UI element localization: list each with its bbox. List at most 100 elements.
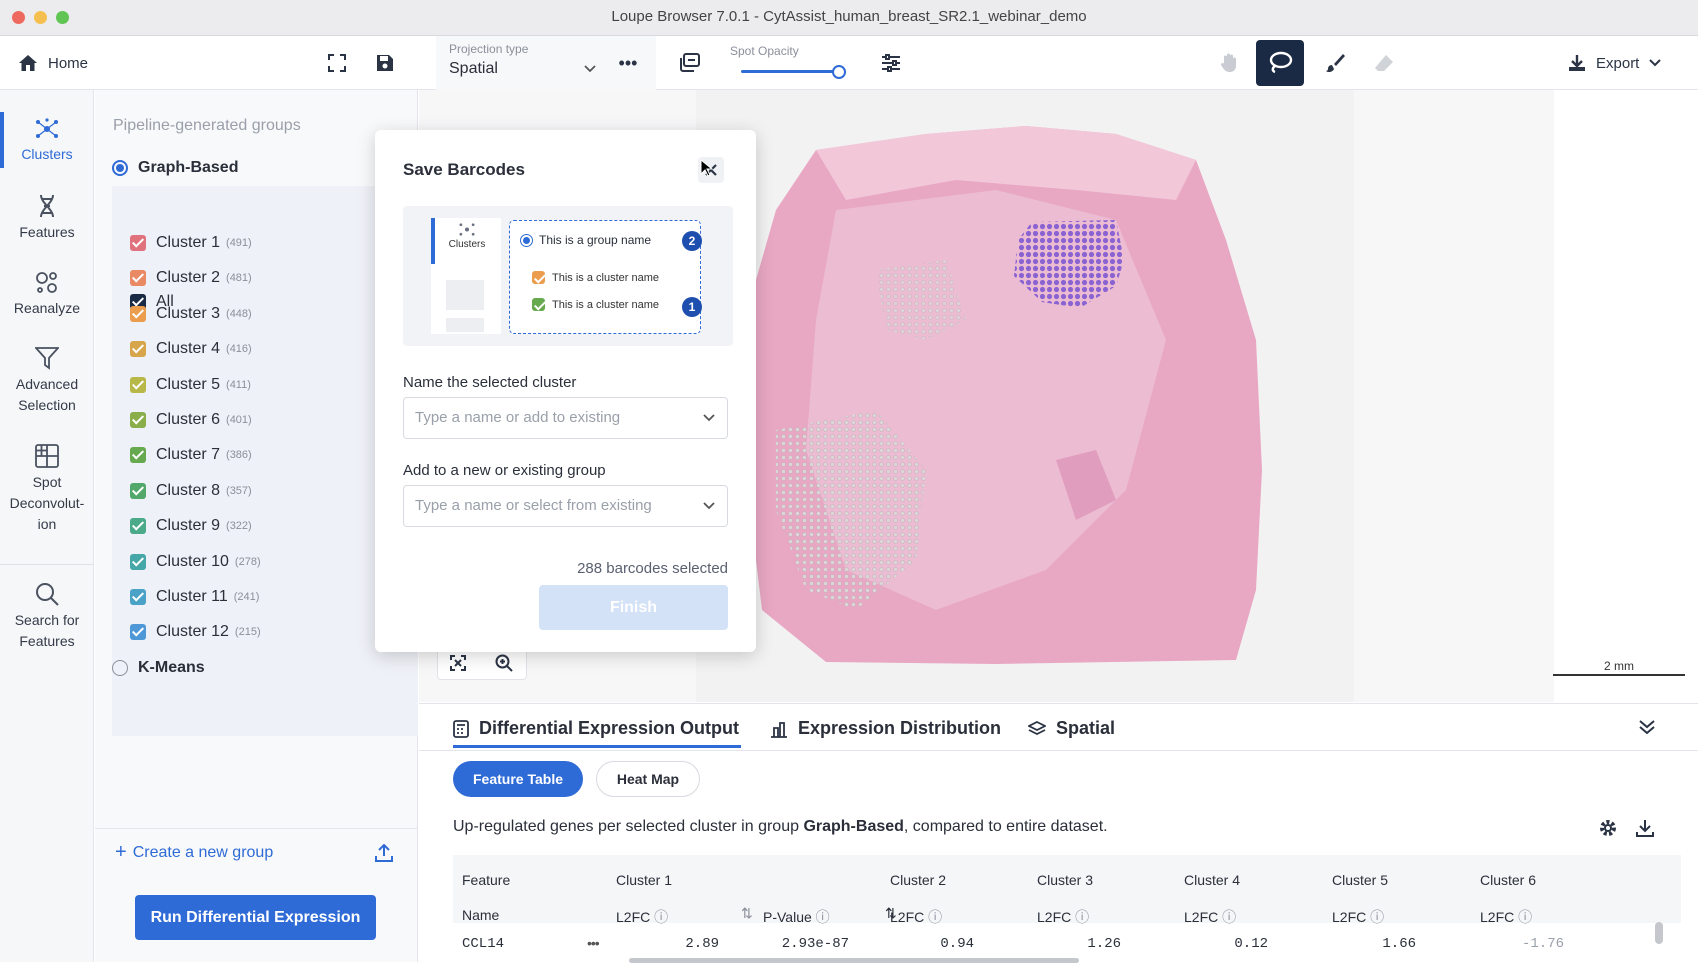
nav-reanalyze-label: Reanalyze [13,300,81,316]
cluster-checkbox[interactable] [130,235,146,251]
tab-expression-distribution[interactable]: Expression Distribution [770,718,1001,739]
cluster-checkbox[interactable] [130,624,146,641]
eraser-tool-button[interactable] [1371,50,1397,76]
l2fc-subheader[interactable]: L2FC ⓘ [1184,907,1236,927]
tab-differential-expression[interactable]: Differential Expression Output [453,718,739,739]
close-window-button[interactable] [12,11,25,24]
table-scrollbar[interactable] [1655,922,1663,944]
finish-button[interactable]: Finish [539,585,728,630]
l2fc-subheader[interactable]: L2FC ⓘ [1480,907,1532,927]
nav-spot-deconvolution[interactable]: Spot Deconvolut- ion [0,444,94,535]
row-more-icon[interactable]: ••• [587,935,600,951]
l2fc-subheader[interactable]: L2FC ⓘ [1037,907,1089,927]
nav-features[interactable]: Features [0,194,94,243]
fullscreen-button[interactable] [324,50,350,76]
illus-cluster-label-2: This is a cluster name [552,298,659,311]
pvalue-subheader[interactable]: P-Value ⓘ [763,907,830,927]
spot-opacity-slider[interactable] [741,70,841,73]
cluster-name: Cluster 9 [156,517,221,535]
spot-opacity-handle[interactable] [832,65,846,79]
panel-divider [95,828,418,829]
home-button[interactable]: Home [18,50,88,76]
info-icon[interactable]: ⓘ [1514,909,1532,925]
run-differential-expression-button[interactable]: Run Differential Expression [135,895,376,940]
table-description: Up-regulated genes per selected cluster … [453,818,1108,836]
zoom-in-button[interactable] [494,653,514,673]
table-horizontal-scrollbar[interactable] [629,958,1079,963]
fit-view-button[interactable] [448,653,468,673]
l2fc-subheader[interactable]: L2FC ⓘ [890,907,942,927]
create-group-link[interactable]: + Create a new group [115,841,273,864]
sort-icon[interactable]: ⇅ [741,905,753,922]
cluster-checkbox[interactable] [130,447,146,464]
projection-more-button[interactable]: ••• [617,53,639,73]
tab-de-label: Differential Expression Output [479,718,740,738]
l2fc-subheader[interactable]: L2FC ⓘ [616,907,668,927]
info-icon[interactable]: ⓘ [1366,909,1384,925]
projection-type-select[interactable]: Spatial [449,60,599,82]
collapse-panel-button[interactable] [1635,716,1659,738]
nav-advanced-label-1: Advanced [15,376,79,392]
cluster-checkbox[interactable] [130,270,146,287]
layers-icon [1028,720,1046,735]
cluster-count: (401) [226,414,252,426]
col-cluster-header: Cluster 1 [616,872,673,888]
brush-tool-button[interactable] [1322,50,1348,76]
group-kmeans[interactable]: K-Means [112,654,412,682]
illus-group-label: This is a group name [539,233,652,247]
cluster-name: Cluster 8 [156,481,221,499]
cluster-checkbox[interactable] [130,553,146,570]
table-download-button[interactable] [1634,817,1656,839]
info-icon[interactable]: ⓘ [812,909,830,925]
group-radio[interactable] [112,660,128,676]
chevron-down-icon [703,502,715,510]
cluster-checkbox[interactable] [130,376,146,393]
l2fc-label: L2FC [616,909,651,925]
chevron-double-down-icon [1639,720,1655,734]
group-select-dropdown[interactable]: Type a name or select from existing [403,485,728,527]
cluster-name: Cluster 12 [156,623,229,641]
tissue-image[interactable] [696,90,1354,702]
plus-icon: + [115,841,127,863]
cluster-checkbox[interactable] [130,482,146,499]
lasso-tool-button[interactable] [1256,40,1304,86]
cluster-checkbox[interactable] [130,305,146,322]
tab-spatial[interactable]: Spatial [1028,718,1115,739]
l2fc-subheader[interactable]: L2FC ⓘ [1332,907,1384,927]
info-icon[interactable]: ⓘ [924,909,942,925]
col-feature-header: Feature [462,872,511,888]
info-icon[interactable]: ⓘ [650,909,668,925]
cluster-checkbox[interactable] [130,341,146,358]
pan-tool-button[interactable] [1216,50,1242,76]
nav-search-features[interactable]: Search for Features [0,582,94,652]
group-radio-selected[interactable] [112,160,128,176]
cluster-panel: Pipeline-generated groups Graph-Based ••… [95,90,433,962]
table-settings-button[interactable] [1597,817,1619,839]
zoom-window-button[interactable] [56,11,69,24]
feature-table-button[interactable]: Feature Table [453,761,583,797]
info-icon[interactable]: ⓘ [1071,909,1089,925]
layers-button[interactable] [676,50,702,76]
nav-reanalyze[interactable]: Reanalyze [0,270,94,319]
adjust-settings-button[interactable] [878,50,904,76]
upload-group-button[interactable] [373,842,395,864]
cluster-name-dropdown[interactable]: Type a name or add to existing [403,397,728,439]
save-button[interactable] [372,50,398,76]
cluster-checkbox[interactable] [130,518,146,535]
export-button[interactable]: Export [1568,50,1662,76]
save-icon [377,55,393,71]
nav-advanced-selection[interactable]: Advanced Selection [0,346,94,416]
cluster-checkbox[interactable] [130,412,146,428]
cluster-checkbox[interactable] [130,589,146,605]
nav-spot-label-2: Deconvolut- [9,495,85,511]
group-graph-based[interactable]: Graph-Based ••• [112,154,415,182]
cluster-name-placeholder: Type a name or add to existing [415,409,621,426]
info-icon[interactable]: ⓘ [1218,909,1236,925]
col-cluster-header: Cluster 6 [1480,872,1537,888]
fit-icon [450,655,466,671]
minimize-window-button[interactable] [34,11,47,24]
nav-clusters[interactable]: Clusters [0,118,94,165]
l2fc-label: L2FC [1184,909,1219,925]
col-name-header[interactable]: Name [462,907,499,923]
heat-map-button[interactable]: Heat Map [596,761,700,797]
